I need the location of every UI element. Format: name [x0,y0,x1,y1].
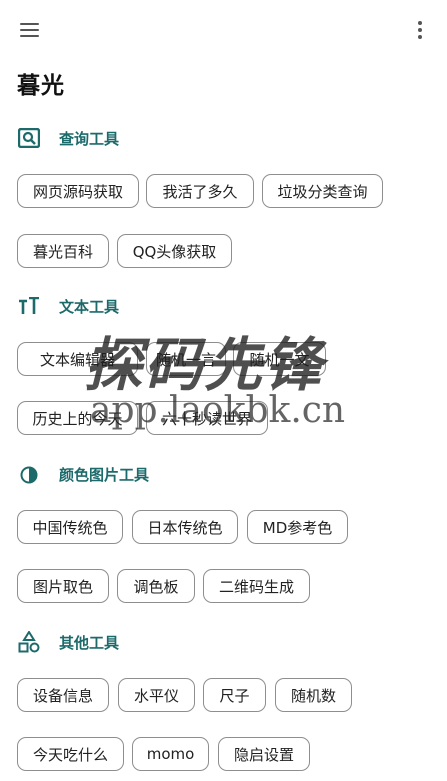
app-bar [0,0,447,60]
chip-momo[interactable]: momo [132,737,209,771]
chip-how-long-lived[interactable]: 我活了多久 [146,174,254,208]
chip-level-meter[interactable]: 水平仪 [118,678,195,712]
section-title: 其他工具 [59,633,120,652]
chip-random-number[interactable]: 随机数 [275,678,352,712]
section-title: 文本工具 [59,297,120,316]
chip-device-info[interactable]: 设备信息 [17,678,109,712]
chip-md-colors[interactable]: MD参考色 [247,510,348,544]
section-text-tools: 文本工具 [17,293,119,319]
section-query-tools: 查询工具 [17,125,119,151]
chip-qq-avatar[interactable]: QQ头像获取 [117,234,232,268]
section-title: 查询工具 [59,129,120,148]
chip-ruler[interactable]: 尺子 [203,678,266,712]
color-drop-icon [17,462,41,486]
chip-random-article[interactable]: 随机一文 [233,342,326,376]
shapes-icon [17,630,41,654]
chip-sixty-seconds-news[interactable]: 六十秒读世界 [146,401,268,435]
chip-garbage-classify[interactable]: 垃圾分类查询 [262,174,383,208]
section-title: 颜色图片工具 [59,465,150,484]
page-title: 暮光 [17,73,65,99]
search-box-icon [17,126,41,150]
chip-palette[interactable]: 调色板 [117,569,195,603]
chip-chinese-colors[interactable]: 中国传统色 [17,510,123,544]
chip-random-quote[interactable]: 随机一言 [146,342,226,376]
chip-today-in-history[interactable]: 历史上的今天 [17,401,138,435]
chip-text-editor[interactable]: 文本编辑器 [17,342,138,376]
chip-image-color-pick[interactable]: 图片取色 [17,569,109,603]
chip-qrcode-generate[interactable]: 二维码生成 [203,569,310,603]
chip-webpage-source[interactable]: 网页源码获取 [17,174,139,208]
chip-what-to-eat[interactable]: 今天吃什么 [17,737,124,771]
chip-japanese-colors[interactable]: 日本传统色 [132,510,238,544]
section-color-image-tools: 颜色图片工具 [17,461,149,487]
chip-hidden-settings[interactable]: 隐启设置 [218,737,310,771]
section-other-tools: 其他工具 [17,629,119,655]
more-options-icon[interactable] [410,18,430,42]
text-size-icon [17,294,41,318]
chip-twilight-wiki[interactable]: 暮光百科 [17,234,109,268]
menu-icon[interactable] [18,20,42,40]
